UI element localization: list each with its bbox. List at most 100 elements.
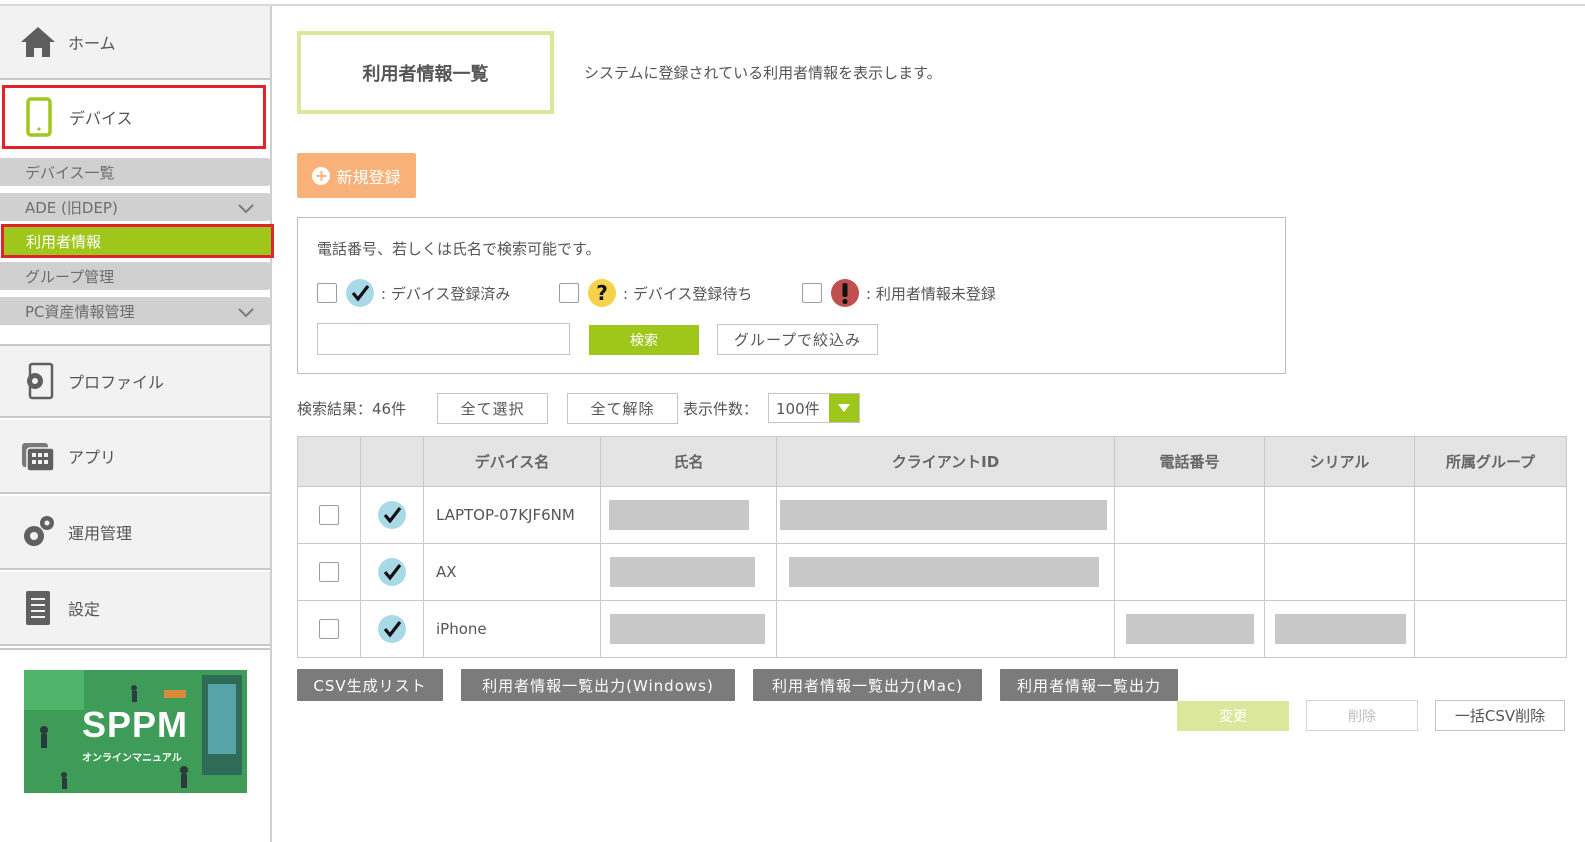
subnav-group-management[interactable]: グループ管理 xyxy=(0,262,271,290)
check-circle-icon xyxy=(378,558,406,586)
online-manual-banner[interactable]: SPPM オンラインマニュアル xyxy=(24,670,247,793)
device-name: iPhone xyxy=(423,600,601,658)
search-panel: 電話番号、若しくは氏名で検索可能です。 : デバイス登録済み ? : デバイス登… xyxy=(297,217,1286,374)
page-title: 利用者情報一覧 xyxy=(297,31,554,114)
export-windows-button[interactable]: 利用者情報一覧出力(Windows) xyxy=(461,669,735,701)
filter-pending-label: : デバイス登録待ち xyxy=(623,284,753,303)
dropdown-arrow-icon xyxy=(829,394,859,422)
redacted-phone xyxy=(1126,614,1254,644)
table-row[interactable]: AX xyxy=(297,543,1567,601)
nav-settings-label: 設定 xyxy=(68,600,101,619)
banner-title: SPPM xyxy=(82,704,189,745)
per-page-select[interactable]: 100件 xyxy=(768,393,860,423)
group-filter-button[interactable]: グループで絞込み xyxy=(717,324,878,355)
gears-icon xyxy=(18,512,58,552)
subnav-pc-asset-label: PC資産情報管理 xyxy=(25,302,135,321)
export-mac-button[interactable]: 利用者情報一覧出力(Mac) xyxy=(753,669,982,701)
change-button[interactable]: 変更 xyxy=(1177,701,1289,731)
nav-profile-label: プロファイル xyxy=(68,373,165,392)
header-name[interactable]: 氏名 xyxy=(600,436,777,487)
banner-subtitle: オンラインマニュアル xyxy=(82,753,182,764)
subnav-user-info[interactable]: 利用者情報 xyxy=(1,224,274,258)
subnav-ade-label: ADE (旧DEP) xyxy=(25,198,118,217)
filter-pending: ? : デバイス登録待ち xyxy=(559,278,752,308)
nav-settings[interactable]: 設定 xyxy=(0,572,270,646)
subnav-pc-asset[interactable]: PC資産情報管理 xyxy=(0,297,271,325)
bulk-csv-delete-button[interactable]: 一括CSV削除 xyxy=(1435,700,1565,731)
sidebar-divider-bottom xyxy=(0,648,270,650)
table-row[interactable]: LAPTOP-07KJF6NM xyxy=(297,486,1567,544)
user-table: デバイス名 氏名 クライアントID 電話番号 シリアル 所属グループ LAPTO… xyxy=(297,436,1567,658)
check-circle-icon xyxy=(378,501,406,529)
select-all-button[interactable]: 全て選択 xyxy=(437,393,548,424)
subnav-user-info-label: 利用者情報 xyxy=(26,232,102,251)
page-description: システムに登録されている利用者情報を表示します。 xyxy=(584,64,942,82)
header-serial[interactable]: シリアル xyxy=(1264,436,1415,487)
subnav-group-management-label: グループ管理 xyxy=(25,267,115,286)
question-circle-icon: ? xyxy=(588,279,616,307)
document-list-icon xyxy=(18,588,58,628)
smartphone-icon xyxy=(19,97,59,137)
per-page-value: 100件 xyxy=(776,399,820,418)
row-checkbox[interactable] xyxy=(319,562,339,582)
nav-profile[interactable]: プロファイル xyxy=(0,344,270,418)
sidebar-divider xyxy=(270,6,272,842)
redacted-client-id xyxy=(789,557,1099,587)
search-input[interactable] xyxy=(317,323,570,355)
new-registration-label: 新規登録 xyxy=(336,167,401,187)
header-select xyxy=(297,436,361,487)
search-hint: 電話番号、若しくは氏名で検索可能です。 xyxy=(317,240,601,258)
profile-gear-icon xyxy=(18,361,58,401)
new-registration-button[interactable]: + 新規登録 xyxy=(297,153,416,198)
redacted-serial xyxy=(1275,614,1406,644)
nav-home-label: ホーム xyxy=(68,34,116,53)
csv-list-button[interactable]: CSV生成リスト xyxy=(297,669,443,701)
header-phone[interactable]: 電話番号 xyxy=(1114,436,1265,487)
nav-app[interactable]: アプリ xyxy=(0,420,270,494)
header-group[interactable]: 所属グループ xyxy=(1414,436,1567,487)
row-checkbox[interactable] xyxy=(319,505,339,525)
device-name: LAPTOP-07KJF6NM xyxy=(423,486,601,544)
filter-registered-checkbox[interactable] xyxy=(317,283,337,303)
result-count: 検索結果：46件 xyxy=(297,400,407,418)
deselect-all-button[interactable]: 全て解除 xyxy=(567,393,678,424)
subnav-device-list-label: デバイス一覧 xyxy=(25,163,115,182)
per-page-label: 表示件数： xyxy=(683,400,759,418)
filter-unregistered: : 利用者情報未登録 xyxy=(802,278,996,308)
subnav-ade[interactable]: ADE (旧DEP) xyxy=(0,193,271,221)
chevron-down-icon xyxy=(237,305,255,323)
nav-device-label: デバイス xyxy=(69,109,133,128)
redacted-name xyxy=(610,614,765,644)
plus-circle-icon: + xyxy=(312,166,331,185)
home-icon xyxy=(18,22,58,62)
header-device-name[interactable]: デバイス名 xyxy=(423,436,601,487)
nav-app-label: アプリ xyxy=(68,448,117,467)
svg-text:?: ? xyxy=(596,281,608,305)
nav-operations-label: 運用管理 xyxy=(68,524,133,543)
nav-home[interactable]: ホーム xyxy=(0,6,270,80)
subnav-device-list[interactable]: デバイス一覧 xyxy=(0,158,271,186)
filter-registered: : デバイス登録済み xyxy=(317,278,510,308)
nav-device[interactable]: デバイス xyxy=(2,85,266,149)
chevron-down-icon xyxy=(237,201,255,219)
table-row[interactable]: iPhone xyxy=(297,600,1567,658)
header-client-id[interactable]: クライアントID xyxy=(776,436,1115,487)
redacted-client-id xyxy=(780,500,1107,530)
redacted-name xyxy=(610,557,755,587)
nav-operations[interactable]: 運用管理 xyxy=(0,496,270,570)
device-name: AX xyxy=(423,543,601,601)
filter-pending-checkbox[interactable] xyxy=(559,283,579,303)
check-circle-icon xyxy=(378,615,406,643)
export-button[interactable]: 利用者情報一覧出力 xyxy=(1000,669,1178,701)
filter-unregistered-label: : 利用者情報未登録 xyxy=(866,284,996,303)
row-checkbox[interactable] xyxy=(319,619,339,639)
app-grid-icon xyxy=(18,436,58,476)
header-status xyxy=(360,436,424,487)
table-header-row: デバイス名 氏名 クライアントID 電話番号 シリアル 所属グループ xyxy=(297,436,1567,487)
filter-registered-label: : デバイス登録済み xyxy=(381,284,511,303)
redacted-name xyxy=(609,500,749,530)
delete-button[interactable]: 削除 xyxy=(1306,700,1418,731)
filter-unregistered-checkbox[interactable] xyxy=(802,283,822,303)
search-button[interactable]: 検索 xyxy=(589,325,699,355)
check-circle-icon xyxy=(346,279,374,307)
